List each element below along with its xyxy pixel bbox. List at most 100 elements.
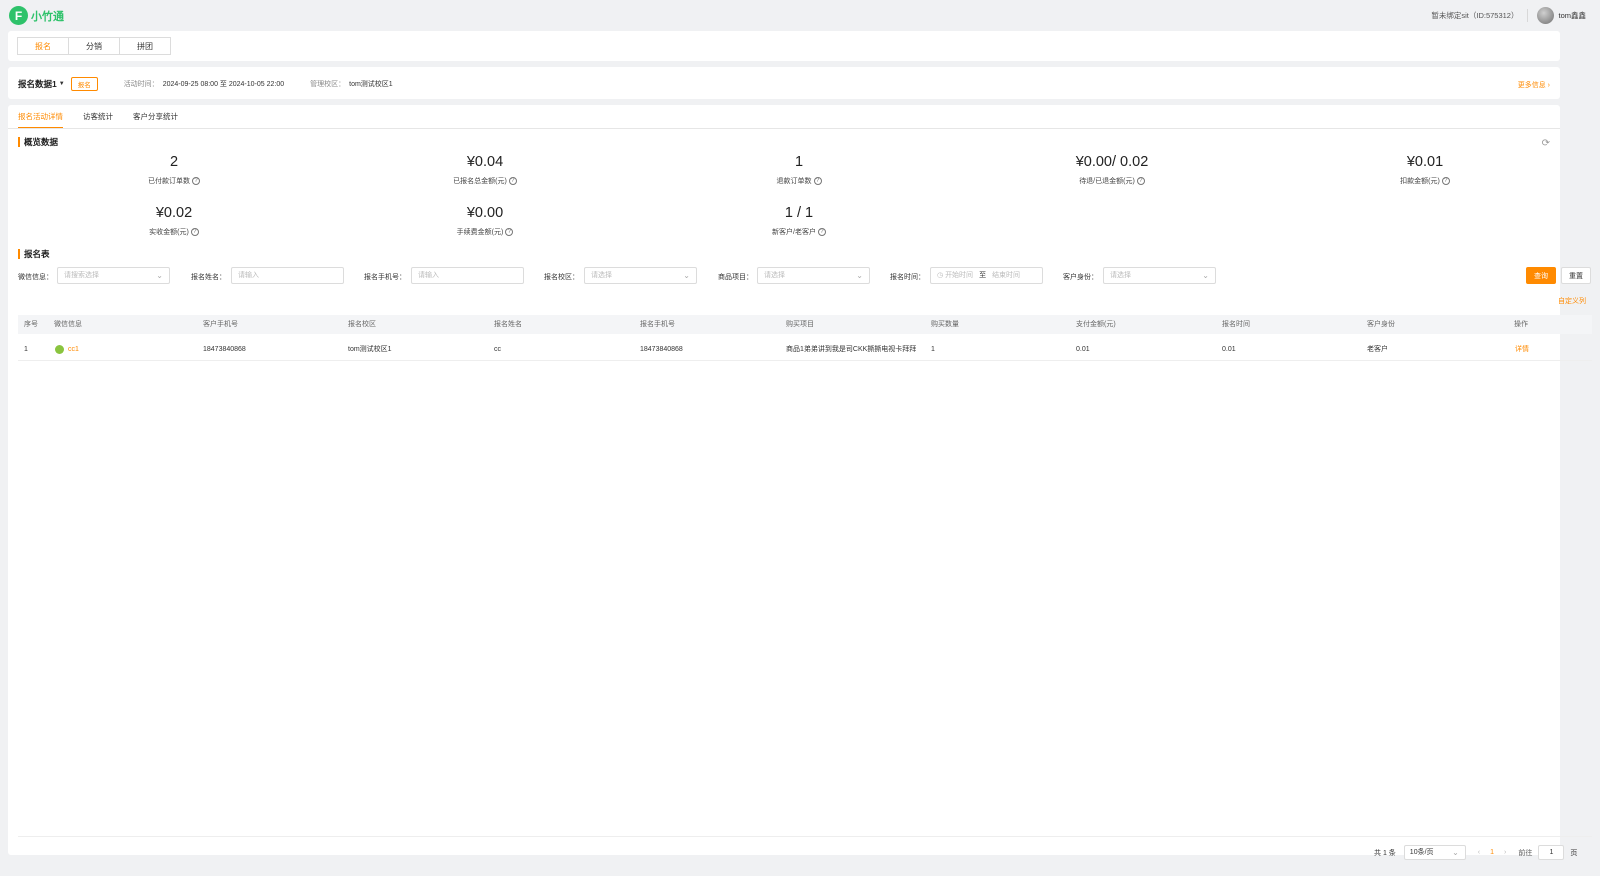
help-icon[interactable]: ? xyxy=(192,177,200,186)
custom-columns-link[interactable]: 自定义列 xyxy=(1558,296,1586,306)
help-icon[interactable]: ? xyxy=(508,177,517,186)
col-phone: 报名手机号 xyxy=(640,321,675,328)
col-wechat: 微信信息 xyxy=(54,321,82,328)
wechat-avatar-icon xyxy=(55,344,64,354)
col-action: 操作 xyxy=(1514,321,1528,328)
more-info-link[interactable]: 更多信息 › xyxy=(1518,80,1550,90)
cell-index: 1 xyxy=(24,346,28,353)
pagination: 共 1 条 10条/页 ⌄ ‹ 1 › 前往 1 页 xyxy=(1374,845,1577,860)
stat-value: 1 xyxy=(794,154,804,170)
cell-customer-phone: 18473840868 xyxy=(203,346,246,353)
item-placeholder: 请选择 xyxy=(764,272,785,279)
phone-input[interactable]: 请输入 xyxy=(411,267,524,284)
cell-qty: 1 xyxy=(931,346,935,353)
range-separator: 至 xyxy=(979,272,987,279)
name-placeholder: 请输入 xyxy=(238,272,259,279)
name-input[interactable]: 请输入 xyxy=(231,267,344,284)
next-page-icon[interactable]: › xyxy=(1504,849,1506,856)
end-time-placeholder: 结束时间 xyxy=(992,272,1021,279)
time-range-picker[interactable]: ◷ 开始时间至结束时间 xyxy=(930,267,1043,284)
filter-name-label: 报名姓名： xyxy=(191,274,226,281)
stat-value: ¥0.00 xyxy=(466,205,504,221)
identity-select[interactable]: 请选择 ⌄ xyxy=(1103,267,1216,284)
tab-group-buy[interactable]: 拼团 xyxy=(119,37,171,55)
stat-label: 待退/已退金额(元) xyxy=(1079,178,1135,185)
help-icon[interactable]: ? xyxy=(817,228,826,237)
stat-label: 已付款订单数 xyxy=(148,178,190,185)
chevron-down-icon: ⌄ xyxy=(156,271,163,280)
caret-down-icon[interactable]: ▼ xyxy=(59,81,65,87)
cell-phone: 18473840868 xyxy=(640,346,683,353)
identity-placeholder: 请选择 xyxy=(1110,272,1131,279)
col-name: 报名姓名 xyxy=(494,321,522,328)
stat-label: 手续费金额(元) xyxy=(456,229,504,236)
reset-button[interactable]: 重置 xyxy=(1561,267,1591,284)
prev-page-icon[interactable]: ‹ xyxy=(1478,849,1480,856)
tab-visitor-stats[interactable]: 访客统计 xyxy=(83,110,113,129)
col-identity: 客户身份 xyxy=(1367,321,1395,328)
filter-time-label: 报名时间： xyxy=(890,274,925,281)
table-header: 序号 微信信息 客户手机号 报名校区 报名姓名 报名手机号 购买项目 购买数量 … xyxy=(18,315,1592,334)
page-size-value: 10条/页 xyxy=(1409,849,1434,856)
goto-label: 前往 xyxy=(1518,849,1533,857)
page-number-current[interactable]: 1 xyxy=(1490,849,1494,856)
activity-type-tag: 报名 xyxy=(70,77,98,91)
chevron-down-icon: ⌄ xyxy=(856,271,863,280)
activity-info: 报名数据1 ▼ 报名 活动时间： 2024-09-25 08:00 至 2024… xyxy=(18,77,393,91)
stat-refund-amount: ¥0.00/ 0.02 待退/已退金额(元)? xyxy=(1032,154,1192,186)
stat-label: 退款订单数 xyxy=(776,178,812,185)
start-time-placeholder: 开始时间 xyxy=(945,272,974,279)
wechat-nickname[interactable]: cc1 xyxy=(68,346,79,353)
help-icon[interactable]: ? xyxy=(1441,177,1450,186)
col-school: 报名校区 xyxy=(348,321,376,328)
col-index: 序号 xyxy=(24,321,38,328)
tab-activity-detail[interactable]: 报名活动详情 xyxy=(18,110,63,129)
activity-name[interactable]: 报名数据1 xyxy=(18,78,57,90)
cell-wechat[interactable]: cc1 xyxy=(55,338,79,361)
top-bar: F 小竹通 暂未绑定sit（ID:575312） tom鑫鑫 xyxy=(0,0,1600,29)
help-icon[interactable]: ? xyxy=(190,228,199,237)
help-icon[interactable]: ? xyxy=(505,228,514,237)
logo[interactable]: F 小竹通 xyxy=(9,6,64,25)
wechat-placeholder: 请搜索选择 xyxy=(64,272,99,279)
tab-distribution[interactable]: 分销 xyxy=(68,37,120,55)
divider xyxy=(1527,9,1529,22)
avatar[interactable] xyxy=(1537,7,1555,24)
tab-signup[interactable]: 报名 xyxy=(17,37,69,55)
help-icon[interactable]: ? xyxy=(813,177,822,186)
stat-paid-orders: 2 已付款订单数? xyxy=(94,154,254,186)
item-select[interactable]: 请选择 ⌄ xyxy=(757,267,870,284)
stat-value: ¥0.02 xyxy=(155,205,193,221)
logo-icon: F xyxy=(9,6,28,25)
chevron-down-icon: ⌄ xyxy=(1452,848,1459,857)
stat-deduction-amount: ¥0.01 扣款金额(元)? xyxy=(1345,154,1505,186)
username[interactable]: tom鑫鑫 xyxy=(1558,10,1586,21)
tab-share-stats[interactable]: 客户分享统计 xyxy=(133,110,178,129)
wechat-select[interactable]: 请搜索选择 ⌄ xyxy=(57,267,170,284)
school-placeholder: 请选择 xyxy=(591,272,612,279)
filter-wechat-label: 微信信息： xyxy=(18,274,53,281)
goto-page-input[interactable]: 1 xyxy=(1538,845,1565,860)
page-size-select[interactable]: 10条/页 ⌄ xyxy=(1403,845,1466,860)
query-button[interactable]: 查询 xyxy=(1526,267,1556,284)
stat-label: 已报名总金额(元) xyxy=(453,178,507,185)
cell-time: 0.01 xyxy=(1222,346,1236,353)
phone-placeholder: 请输入 xyxy=(418,272,439,279)
col-item: 购买项目 xyxy=(786,321,814,328)
school-select[interactable]: 请选择 ⌄ xyxy=(584,267,697,284)
table-row: 1 cc1 18473840868 tom测试校区1 cc 1847384086… xyxy=(18,338,1592,361)
cell-item: 商品1弟弟讲到我是司CKK撕撕电视卡拜拜 xyxy=(786,346,917,353)
stat-value: ¥0.00/ 0.02 xyxy=(1075,154,1149,170)
help-icon[interactable]: ? xyxy=(1136,177,1145,186)
filter-identity-label: 客户身份： xyxy=(1063,274,1098,281)
module-card xyxy=(8,31,1560,61)
cell-name: cc xyxy=(494,346,501,353)
col-qty: 购买数量 xyxy=(931,321,959,328)
cell-amount: 0.01 xyxy=(1076,346,1090,353)
page-unit: 页 xyxy=(1570,849,1578,857)
stat-new-old-customers: 1 / 1 新客户/老客户? xyxy=(719,205,879,237)
refresh-icon[interactable]: ⟳ xyxy=(1542,138,1550,149)
filter-phone-label: 报名手机号： xyxy=(364,274,406,281)
detail-link[interactable]: 详情 xyxy=(1515,338,1529,361)
time-label: 活动时间： xyxy=(123,81,159,88)
